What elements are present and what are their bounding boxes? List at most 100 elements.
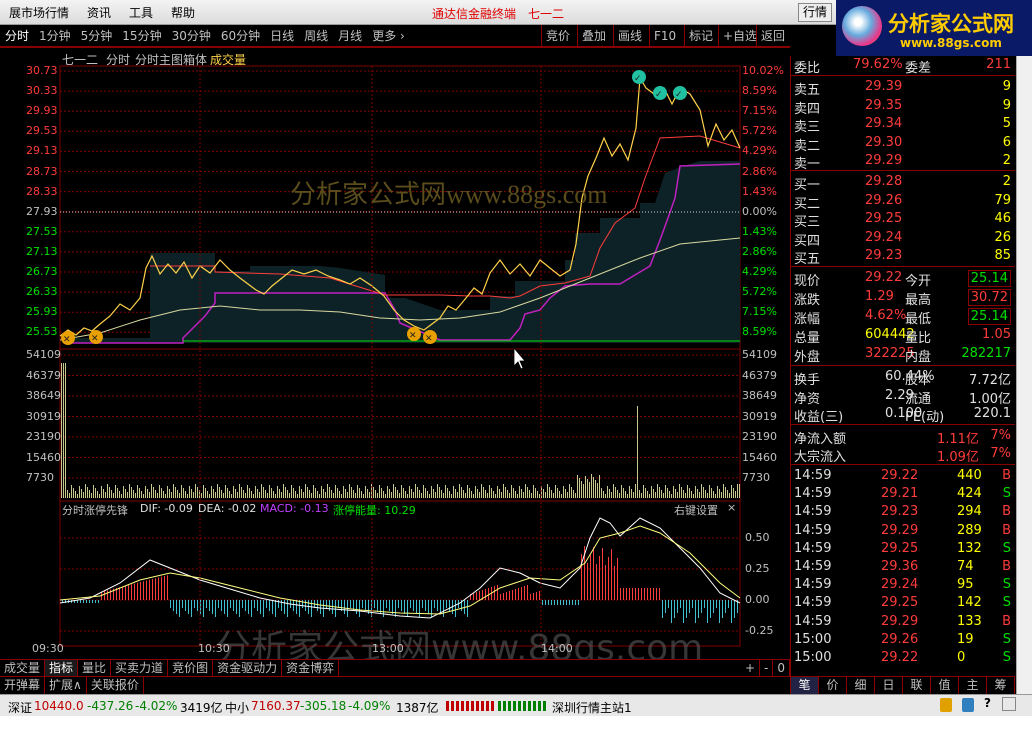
tick-row[interactable]: 14:59 29.29 289 B (791, 522, 1015, 540)
chart-indicator-name[interactable]: 分时主图箱体 (135, 51, 207, 68)
zoom-in-button[interactable]: + (741, 660, 761, 676)
tab-fund-game[interactable]: 资金博弈 (282, 660, 340, 676)
tab-volume[interactable]: 成交量 (0, 660, 46, 676)
volume-bar (469, 488, 470, 498)
quote-row[interactable]: 涨幅 4.62% 最低 25.14 (791, 307, 1015, 327)
add-watchlist-button[interactable]: +自选 (718, 25, 761, 47)
right-tab[interactable]: 主 (959, 677, 987, 694)
chart-area[interactable]: ✕ ✕ ✕ ✕ ✓ ✓ ✓ 分析家公式网www.88gs.com 分析家公式网w… (0, 47, 790, 660)
menu-tools[interactable]: 工具 (120, 4, 162, 21)
right-scrollbar[interactable] (1016, 56, 1032, 694)
volume-bar (571, 487, 572, 498)
volume-label-right: 54109 (742, 348, 777, 361)
macd-bar (572, 600, 573, 605)
tick-time: 14:59 (794, 486, 832, 502)
tab-bidding-chart[interactable]: 竞价图 (168, 660, 214, 676)
tab-fund-drive[interactable]: 资金驱动力 (213, 660, 283, 676)
help-icon[interactable]: ? (984, 696, 991, 710)
tab-weekly[interactable]: 周线 (299, 27, 333, 44)
tab-monthly[interactable]: 月线 (333, 27, 367, 44)
quote-row[interactable]: 外盘 322225 内盘 282217 (791, 345, 1015, 365)
macd-bar (218, 600, 219, 608)
tick-row[interactable]: 15:00 29.26 19 S (791, 631, 1015, 649)
ask-row[interactable]: 卖三 29.34 5 (791, 115, 1015, 135)
intraday-chart-svg[interactable]: ✕ ✕ ✕ ✕ ✓ ✓ ✓ 分析家公式网www.88gs.com 分析家公式网w… (0, 48, 790, 660)
tab-5min[interactable]: 5分钟 (76, 27, 118, 44)
bidding-button[interactable]: 竞价 (541, 25, 574, 47)
related-quote-button[interactable]: 关联报价 (87, 677, 144, 694)
bid-row[interactable]: 买三 29.25 46 (791, 210, 1015, 230)
quote-button[interactable]: 行情 (798, 3, 832, 22)
tick-row[interactable]: 15:00 29.22 0 S (791, 649, 1015, 667)
volume-bar (219, 487, 220, 498)
bid-row[interactable]: 买四 29.24 26 (791, 229, 1015, 249)
percent-label: 7.15% (742, 305, 777, 319)
tick-row[interactable]: 14:59 29.25 142 S (791, 594, 1015, 612)
tab-15min[interactable]: 15分钟 (117, 27, 166, 44)
volume-bar (517, 494, 518, 498)
tab-volume-ratio[interactable]: 量比 (78, 660, 112, 676)
volume-bar (531, 493, 532, 498)
tick-row[interactable]: 14:59 29.36 74 B (791, 558, 1015, 576)
ask-row[interactable]: 卖一 29.29 2 (791, 152, 1015, 172)
f10-button[interactable]: F10 (649, 25, 680, 47)
bid-row[interactable]: 买五 29.23 85 (791, 247, 1015, 267)
right-tab[interactable]: 细 (847, 677, 875, 694)
tab-indicator[interactable]: 指标 (45, 660, 79, 676)
menu-news[interactable]: 资讯 (78, 4, 120, 21)
draw-line-button[interactable]: 画线 (613, 25, 646, 47)
tick-row[interactable]: 14:59 29.25 132 S (791, 540, 1015, 558)
tab-buy-sell-force[interactable]: 买卖力道 (111, 660, 169, 676)
volume-bar (439, 487, 440, 498)
tab-1min[interactable]: 1分钟 (34, 27, 76, 44)
quote-row[interactable]: 现价 29.22 今开 25.14 (791, 269, 1015, 289)
volume-bar (525, 484, 526, 498)
tick-row[interactable]: 14:59 29.23 294 B (791, 503, 1015, 521)
server-station[interactable]: 深圳行情主站1 (552, 699, 632, 716)
volume-bar (85, 484, 86, 498)
volume-bar (213, 489, 214, 498)
tab-60min[interactable]: 60分钟 (216, 27, 265, 44)
quote-row[interactable]: 收益(三) 0.100 PE(动) 220.1 (791, 405, 1015, 425)
tab-intraday[interactable]: 分时 (0, 27, 34, 44)
expand-button[interactable]: 扩展∧ (45, 677, 87, 694)
quote-row[interactable]: 净资 2.29 流通 1.00亿 (791, 387, 1015, 407)
ask-row[interactable]: 卖四 29.35 9 (791, 97, 1015, 117)
overlay-button[interactable]: 叠加 (577, 25, 610, 47)
tab-30min[interactable]: 30分钟 (167, 27, 216, 44)
tick-row[interactable]: 14:59 29.21 424 S (791, 485, 1015, 503)
lock-icon[interactable] (940, 698, 952, 712)
zoom-reset-button[interactable]: 0 (773, 660, 790, 676)
zoom-out-button[interactable]: - (760, 660, 774, 676)
ask-row[interactable]: 卖五 29.39 9 (791, 78, 1015, 98)
quote-row[interactable]: 换手 60.44% 股本 7.72亿 (791, 368, 1015, 388)
menu-market[interactable]: 展市场行情 (0, 4, 78, 21)
right-tab[interactable]: 筹 (987, 677, 1015, 694)
back-button[interactable]: 返回 (756, 25, 789, 47)
quote-row[interactable]: 涨跌 1.29 最高 30.72 (791, 288, 1015, 308)
macd-bar (293, 600, 294, 611)
tick-row[interactable]: 14:59 29.29 133 B (791, 613, 1015, 631)
tick-row[interactable]: 14:59 29.24 95 S (791, 576, 1015, 594)
right-tab[interactable]: 价 (819, 677, 847, 694)
tab-daily[interactable]: 日线 (265, 27, 299, 44)
right-tab[interactable]: 日 (875, 677, 903, 694)
right-click-settings[interactable]: 右键设置 (674, 502, 718, 518)
menu-help[interactable]: 帮助 (162, 4, 204, 21)
tick-row[interactable]: 14:59 29.22 440 B (791, 467, 1015, 485)
tab-more[interactable]: 更多 › (367, 27, 410, 44)
ask-row[interactable]: 卖二 29.30 6 (791, 134, 1015, 154)
macd-bar (494, 586, 495, 600)
right-tab[interactable]: 联 (903, 677, 931, 694)
network-icon[interactable] (962, 698, 974, 712)
right-tab[interactable]: 值 (931, 677, 959, 694)
mark-button[interactable]: 标记 (684, 25, 717, 47)
quote-row[interactable]: 总量 604442 量比 1.05 (791, 326, 1015, 346)
indicator-close-icon[interactable]: × (727, 501, 736, 514)
bid-row[interactable]: 买一 29.28 2 (791, 173, 1015, 193)
danmaku-button[interactable]: 开弹幕 (0, 677, 46, 694)
right-tab[interactable]: 笔 (791, 677, 819, 694)
volume-bar (297, 494, 298, 498)
bid-row[interactable]: 买二 29.26 79 (791, 192, 1015, 212)
window-menu-icon[interactable] (1002, 697, 1016, 711)
